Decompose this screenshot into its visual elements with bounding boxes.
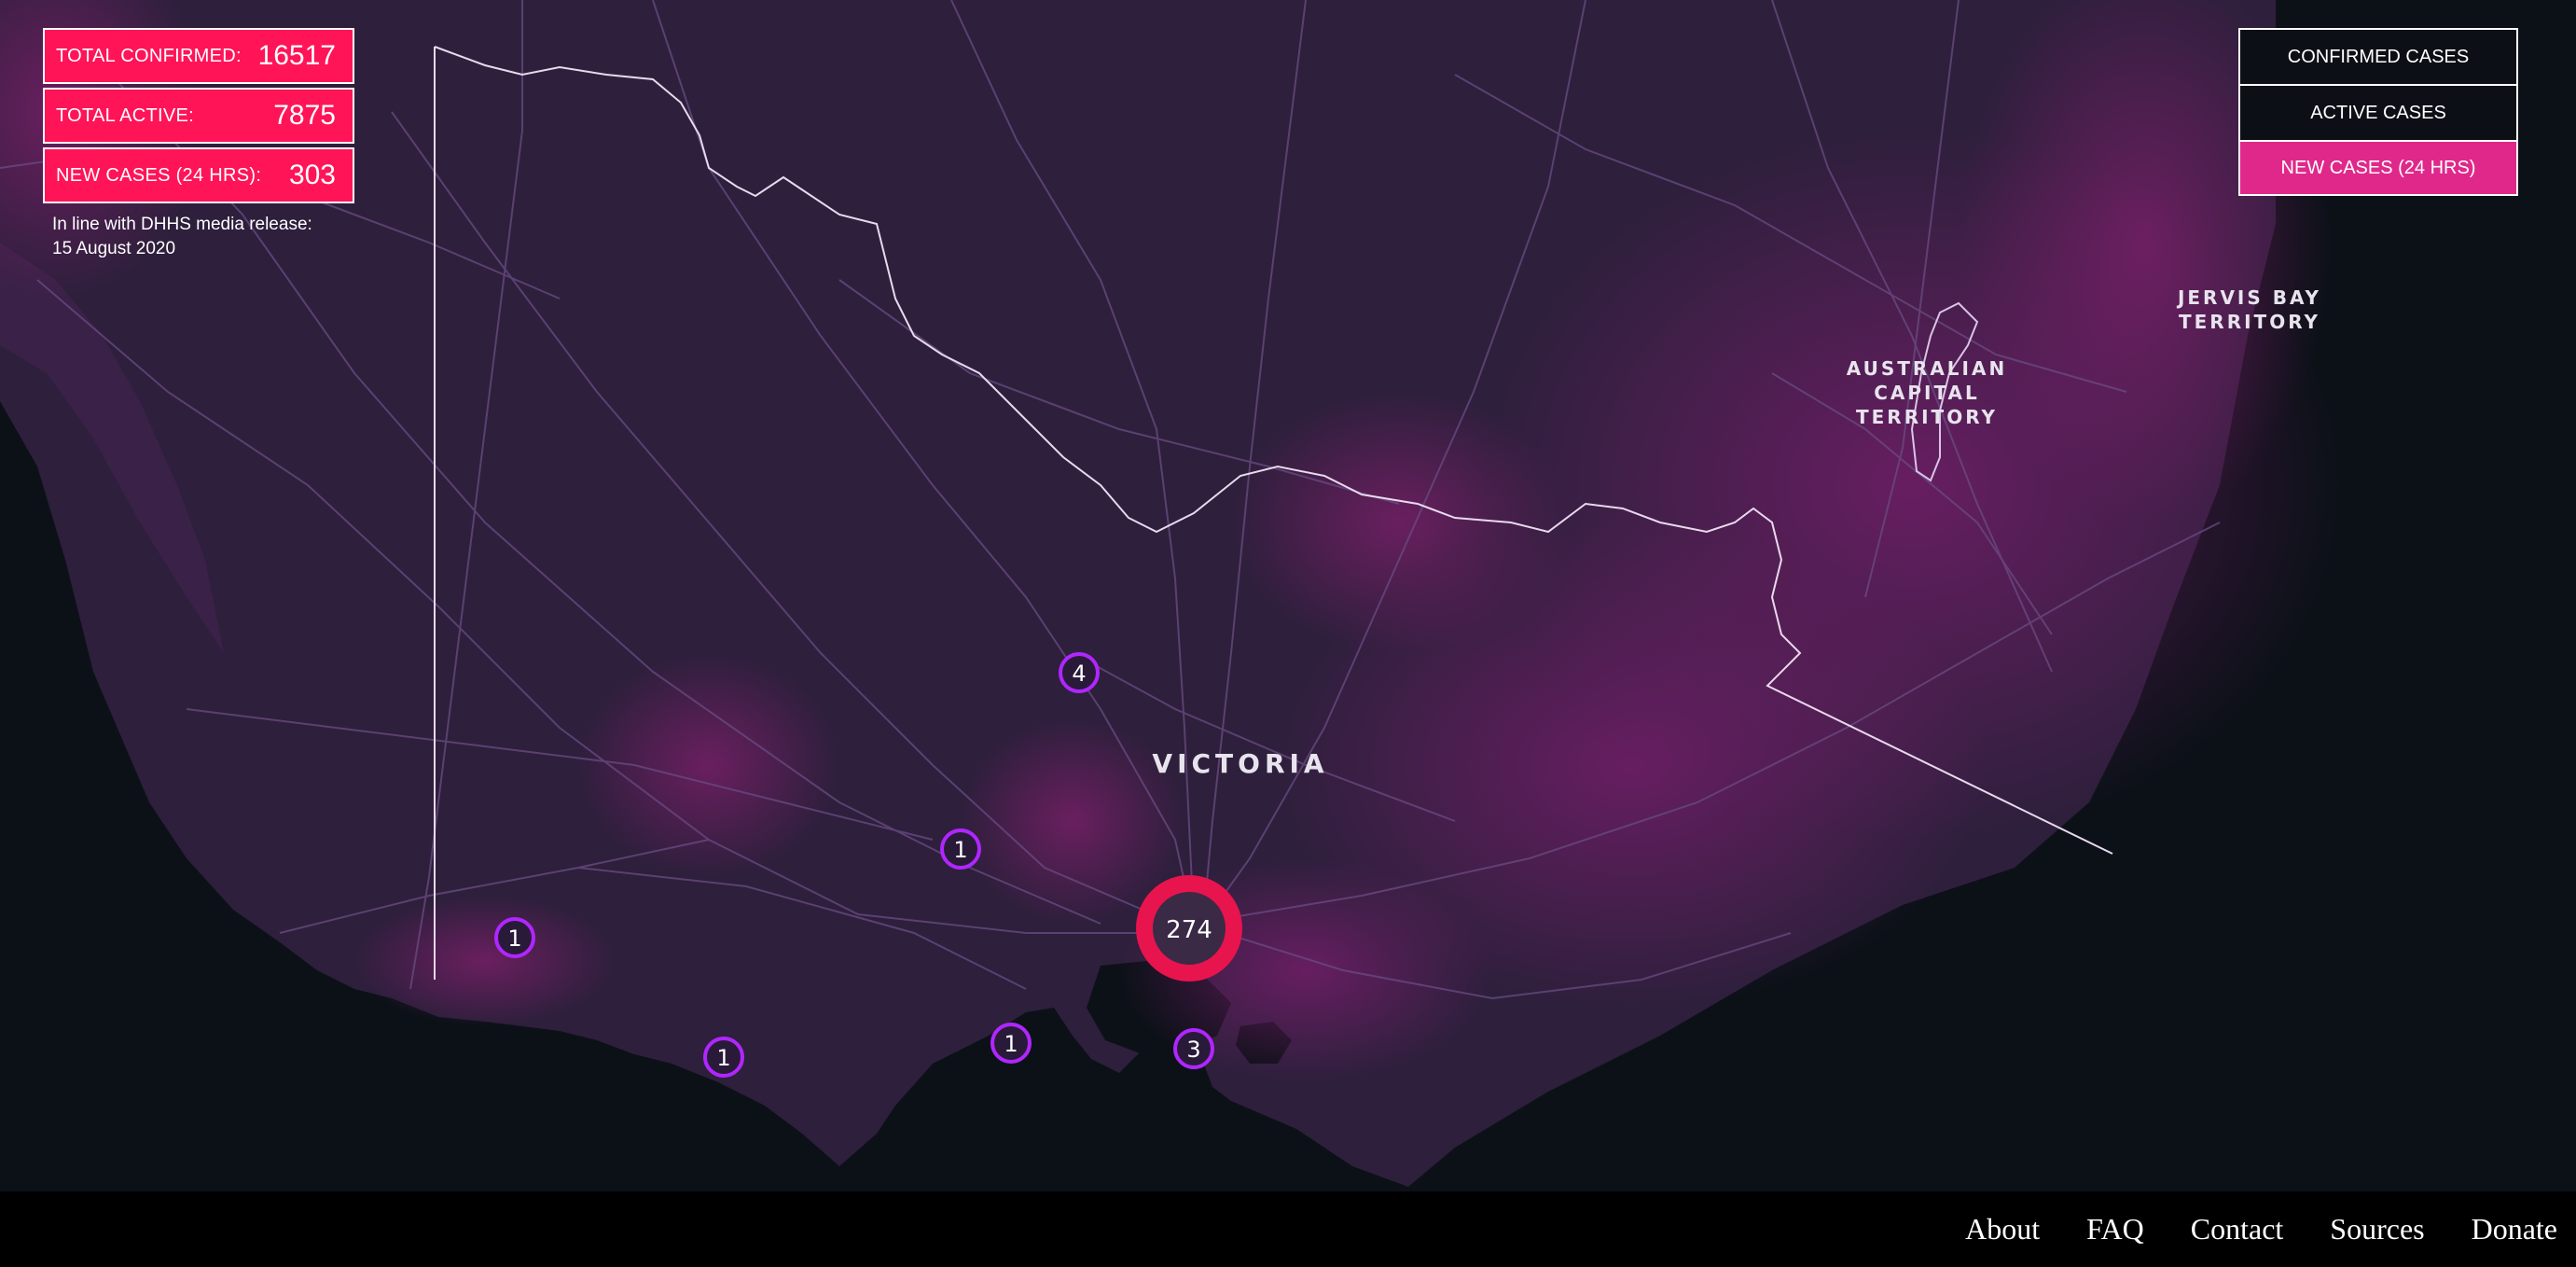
total-confirmed-stat: TOTAL CONFIRMED: 16517 [43, 28, 354, 84]
new-cases-label: NEW CASES (24 HRS): [56, 164, 262, 186]
mode-toggle-group: CONFIRMED CASES ACTIVE CASES NEW CASES (… [2238, 28, 2518, 196]
faq-link[interactable]: FAQ [2086, 1212, 2144, 1246]
case-markers: 4 1 1 1 1 3 274 [494, 652, 1242, 1078]
marker-count: 4 [1072, 661, 1086, 687]
cluster-marker-1-southwest[interactable]: 1 [703, 1037, 744, 1078]
donate-link[interactable]: Donate [2472, 1212, 2557, 1246]
cluster-marker-274[interactable]: 274 [1136, 875, 1242, 982]
sources-link[interactable]: Sources [2330, 1212, 2424, 1246]
media-note-line2: 15 August 2020 [52, 239, 176, 258]
marker-count: 274 [1166, 916, 1212, 944]
footer-bar: About FAQ Contact Sources Donate [0, 1191, 2576, 1267]
cluster-marker-4[interactable]: 4 [1059, 652, 1100, 693]
marker-count: 3 [1186, 1037, 1200, 1063]
total-confirmed-label: TOTAL CONFIRMED: [56, 45, 242, 66]
confirmed-cases-button[interactable]: CONFIRMED CASES [2238, 28, 2518, 84]
new-cases-value: 303 [288, 160, 336, 190]
media-note-line1: In line with DHHS media release: [52, 215, 312, 234]
total-active-stat: TOTAL ACTIVE: 7875 [43, 88, 354, 144]
marker-count: 1 [716, 1045, 730, 1071]
total-confirmed-value: 16517 [257, 40, 336, 71]
active-cases-button[interactable]: ACTIVE CASES [2238, 84, 2518, 140]
about-link[interactable]: About [1965, 1212, 2040, 1246]
contact-link[interactable]: Contact [2191, 1212, 2284, 1246]
stats-panel: TOTAL CONFIRMED: 16517 TOTAL ACTIVE: 787… [43, 28, 354, 261]
total-active-value: 7875 [273, 100, 336, 131]
new-cases-stat: NEW CASES (24 HRS): 303 [43, 147, 354, 203]
cluster-marker-1-geelong[interactable]: 1 [990, 1023, 1032, 1064]
marker-count: 1 [953, 837, 967, 863]
total-active-label: TOTAL ACTIVE: [56, 104, 195, 126]
media-release-note: In line with DHHS media release: 15 Augu… [52, 213, 354, 261]
cluster-marker-1-bendigo[interactable]: 1 [940, 828, 981, 870]
marker-count: 1 [1004, 1031, 1018, 1057]
cluster-marker-1-west[interactable]: 1 [494, 917, 535, 958]
marker-count: 1 [507, 926, 521, 952]
new-cases-button[interactable]: NEW CASES (24 HRS) [2238, 140, 2518, 196]
footer-nav: About FAQ Contact Sources Donate [1918, 1191, 2557, 1267]
cluster-marker-3[interactable]: 3 [1173, 1028, 1214, 1069]
